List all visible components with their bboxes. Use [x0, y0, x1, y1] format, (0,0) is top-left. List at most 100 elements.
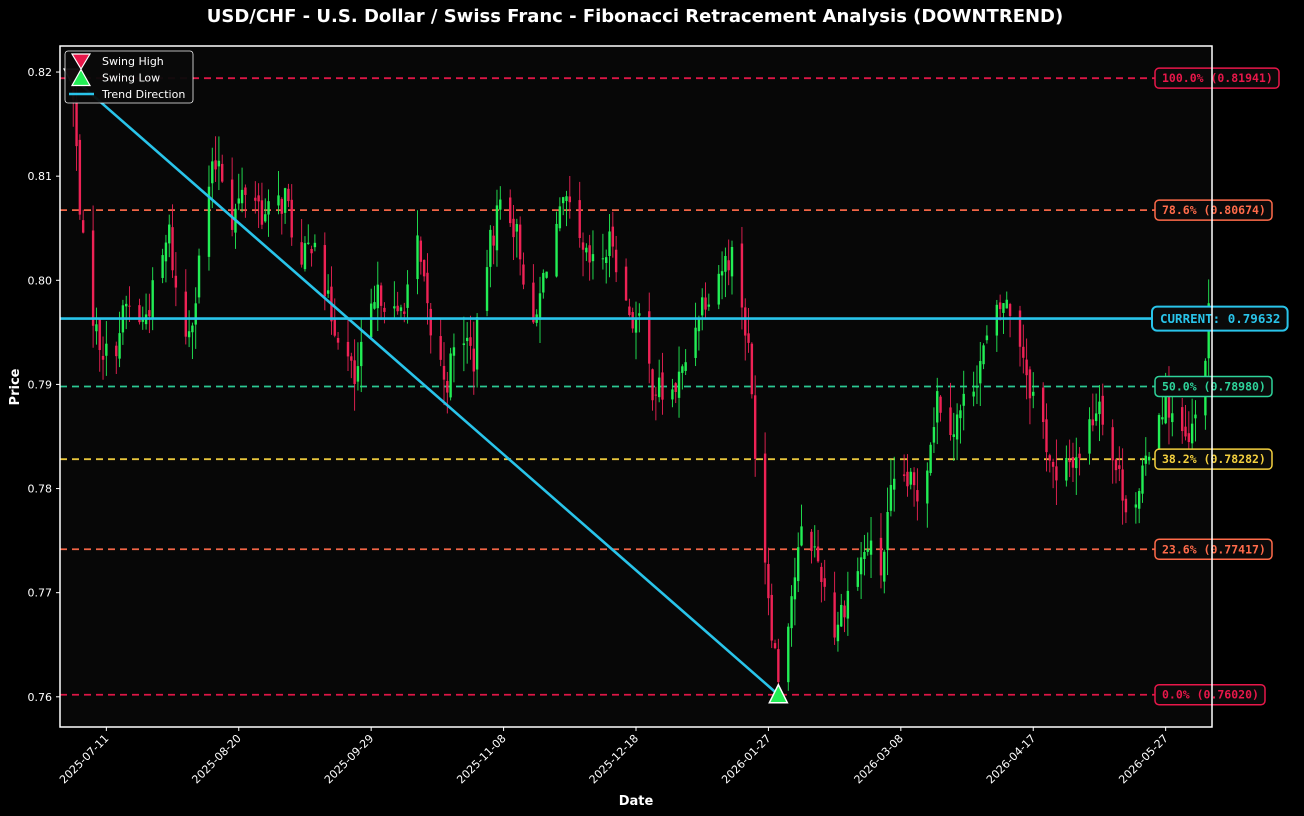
candle-body-83	[452, 347, 456, 356]
candle-body-110	[581, 242, 585, 250]
candle-body-44	[277, 195, 280, 206]
candle-body-17	[148, 310, 151, 317]
candle-body-81	[446, 380, 449, 393]
candle-body-164	[833, 592, 836, 638]
fib-label-1: 78.6% (0.80674)	[1162, 203, 1266, 217]
candle-body-109	[578, 200, 581, 238]
candle-body-202	[1005, 299, 1008, 309]
legend-label-2: Trend Direction	[101, 88, 185, 101]
candle-body-24	[184, 291, 187, 337]
candle-body-41	[260, 200, 264, 225]
candle-body-58	[336, 337, 340, 343]
candle-body-201	[1002, 303, 1005, 313]
fib-label-0: 100.0% (0.81941)	[1162, 71, 1273, 85]
candle-body-224	[1111, 427, 1114, 461]
candle-body-97	[518, 224, 522, 260]
candle-body-91	[492, 235, 495, 246]
candle-body-93	[499, 199, 502, 210]
candle-body-10	[118, 333, 121, 359]
candle-body-155	[790, 596, 793, 629]
candle-body-90	[489, 229, 492, 267]
candle-body-88	[475, 317, 479, 370]
candle-body-13	[128, 305, 131, 307]
y-tick-label-6: 0.82	[28, 66, 53, 79]
fib-label-3: 38.2% (0.78282)	[1162, 452, 1266, 466]
candle-body-5	[95, 324, 98, 332]
candle-body-146	[747, 333, 750, 343]
candle-body-176	[886, 512, 889, 551]
candle-body-174	[879, 537, 883, 576]
candle-body-9	[115, 345, 118, 357]
candle-body-180	[906, 471, 909, 487]
candle-body-134	[694, 327, 697, 358]
candle-body-113	[591, 254, 595, 262]
fib-label-4: 23.6% (0.77417)	[1162, 542, 1266, 556]
candle-body-183	[916, 490, 919, 502]
candle-body-102	[542, 272, 545, 293]
candle-body-123	[638, 313, 641, 316]
candle-body-6	[98, 319, 101, 351]
candle-body-184	[926, 470, 929, 504]
candle-body-120	[628, 306, 631, 316]
candle-body-217	[1075, 457, 1078, 469]
candle-body-215	[1068, 459, 1071, 463]
candle-body-75	[419, 240, 423, 262]
fib-label-5: 0.0% (0.76020)	[1162, 688, 1259, 702]
candle-body-69	[393, 306, 396, 309]
candle-body-30	[211, 161, 214, 184]
candle-body-179	[902, 474, 906, 476]
candle-body-235	[1161, 417, 1164, 420]
candle-body-67	[379, 285, 383, 306]
candle-body-154	[787, 626, 790, 683]
candle-body-84	[462, 343, 466, 346]
candle-body-227	[1121, 469, 1124, 501]
candle-body-153	[777, 649, 780, 682]
candle-body-170	[859, 557, 863, 575]
candle-body-131	[677, 371, 681, 398]
candle-body-45	[280, 198, 283, 214]
candle-body-108	[568, 196, 571, 203]
candle-body-89	[485, 267, 489, 311]
candle-body-38	[244, 187, 247, 195]
candle-body-152	[773, 643, 777, 649]
candle-body-223	[1101, 395, 1104, 425]
y-tick-label-1: 0.77	[28, 587, 53, 600]
candle-body-107	[565, 196, 568, 202]
candle-body-60	[350, 356, 353, 361]
y-tick-label-4: 0.80	[28, 274, 53, 287]
candle-body-21	[168, 224, 171, 244]
candle-body-139	[717, 273, 720, 305]
candle-body-168	[846, 590, 850, 619]
candle-body-71	[399, 307, 403, 311]
candle-body-158	[800, 526, 803, 546]
candle-body-12	[125, 303, 128, 307]
candle-body-122	[634, 318, 638, 333]
candle-body-172	[866, 549, 869, 552]
candle-body-238	[1171, 413, 1174, 423]
candle-body-53	[313, 242, 317, 248]
candle-body-194	[972, 391, 975, 397]
candle-body-185	[929, 444, 932, 474]
candle-body-230	[1137, 491, 1141, 509]
candle-body-165	[836, 624, 840, 642]
candle-body-43	[267, 201, 270, 215]
candle-body-133	[684, 362, 687, 371]
candle-body-104	[555, 223, 558, 277]
candle-body-210	[1045, 419, 1048, 453]
candle-body-68	[383, 307, 386, 312]
y-tick-label-2: 0.78	[28, 483, 53, 496]
candle-body-241	[1187, 433, 1191, 443]
candle-body-144	[740, 243, 744, 308]
candle-body-26	[191, 325, 194, 333]
fib-label-2: 50.0% (0.78980)	[1162, 380, 1266, 394]
candle-body-73	[406, 284, 409, 308]
candle-body-98	[522, 264, 525, 285]
candle-body-225	[1114, 459, 1118, 471]
candle-body-205	[1022, 346, 1025, 358]
candle-body-166	[840, 604, 843, 627]
legend: Swing High Swing Low Trend Direction	[64, 50, 194, 104]
candle-body-28	[197, 255, 201, 298]
candle-body-129	[671, 389, 674, 400]
candle-body-32	[217, 160, 221, 167]
y-tick-label-5: 0.81	[28, 170, 53, 183]
